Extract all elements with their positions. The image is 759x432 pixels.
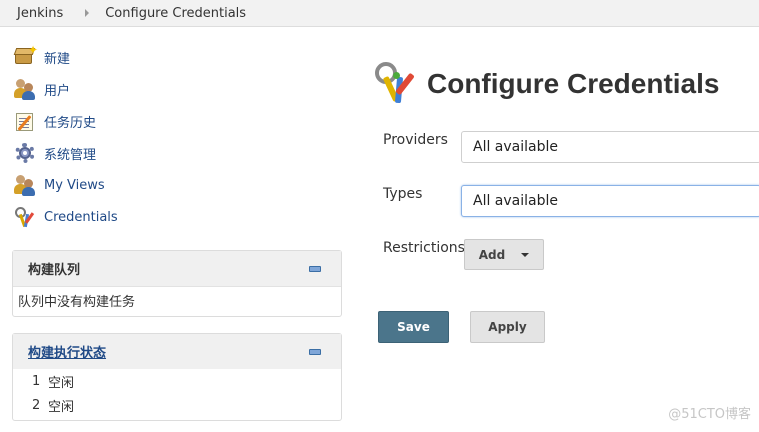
providers-select[interactable]: All available bbox=[461, 131, 759, 163]
apply-button[interactable]: Apply bbox=[470, 311, 545, 343]
sidebar-item-label: 系统管理 bbox=[44, 147, 97, 163]
executor-status-header: 构建执行状态 bbox=[13, 334, 341, 369]
providers-select-value: All available bbox=[473, 139, 558, 155]
page-header: Configure Credentials bbox=[373, 60, 719, 108]
users-icon bbox=[14, 78, 36, 100]
manage-gear-icon bbox=[14, 142, 36, 164]
breadcrumb-separator-icon bbox=[85, 9, 90, 17]
types-select-value: All available bbox=[473, 193, 558, 209]
breadcrumb: Jenkins Configure Credentials bbox=[0, 0, 759, 27]
sidebar-tasks: ✦ 新建 用户 任务历史 系统管理 My Views Credentials bbox=[14, 41, 344, 233]
providers-label: Providers bbox=[383, 132, 448, 148]
sidebar-item-manage[interactable]: 系统管理 bbox=[14, 137, 344, 169]
breadcrumb-jenkins[interactable]: Jenkins bbox=[17, 6, 63, 21]
types-select[interactable]: All available bbox=[461, 185, 759, 217]
executor-status: 空闲 bbox=[48, 399, 75, 415]
credentials-keys-icon bbox=[14, 206, 36, 228]
page-title: Configure Credentials bbox=[427, 68, 720, 99]
save-button[interactable]: Save bbox=[378, 311, 449, 343]
credentials-keys-icon bbox=[373, 60, 421, 108]
sidebar-item-label: 新建 bbox=[44, 51, 71, 67]
breadcrumb-configure-credentials[interactable]: Configure Credentials bbox=[105, 6, 246, 21]
build-queue-pane: 构建队列 队列中没有构建任务 bbox=[12, 250, 342, 317]
executor-status-pane: 构建执行状态 1 空闲 2 空闲 bbox=[12, 333, 342, 421]
add-button-label: Add bbox=[478, 247, 506, 262]
executor-row: 1 空闲 bbox=[13, 369, 341, 393]
collapse-icon[interactable] bbox=[309, 265, 321, 272]
collapse-icon[interactable] bbox=[309, 348, 321, 355]
watermark: @51CTO博客 bbox=[668, 407, 751, 422]
sidebar-item-build-history[interactable]: 任务历史 bbox=[14, 105, 344, 137]
executor-list: 1 空闲 2 空闲 bbox=[13, 369, 341, 417]
sidebar-item-users[interactable]: 用户 bbox=[14, 73, 344, 105]
restrictions-label: Restrictions bbox=[383, 240, 465, 256]
build-history-icon bbox=[14, 110, 36, 132]
sidebar-item-label: 用户 bbox=[44, 83, 71, 99]
add-restriction-button[interactable]: Add bbox=[464, 239, 544, 270]
sidebar-item-label: My Views bbox=[44, 177, 105, 193]
sidebar-item-new[interactable]: ✦ 新建 bbox=[14, 41, 344, 73]
sidebar-item-credentials[interactable]: Credentials bbox=[14, 201, 344, 233]
build-queue-title: 构建队列 bbox=[28, 263, 81, 278]
new-item-icon: ✦ bbox=[14, 44, 38, 68]
types-label: Types bbox=[383, 186, 423, 202]
chevron-down-icon bbox=[521, 252, 530, 257]
executor-number: 2 bbox=[32, 397, 41, 413]
sidebar-item-my-views[interactable]: My Views bbox=[14, 169, 344, 201]
executor-row: 2 空闲 bbox=[13, 393, 341, 417]
build-queue-header: 构建队列 bbox=[13, 251, 341, 286]
executor-status-title[interactable]: 构建执行状态 bbox=[28, 342, 106, 361]
build-queue-empty: 队列中没有构建任务 bbox=[13, 286, 341, 316]
executor-number: 1 bbox=[32, 373, 41, 389]
sidebar-item-label: 任务历史 bbox=[44, 115, 97, 131]
executor-status: 空闲 bbox=[48, 375, 75, 391]
sidebar-item-label: Credentials bbox=[44, 209, 118, 225]
users-icon bbox=[14, 174, 36, 196]
